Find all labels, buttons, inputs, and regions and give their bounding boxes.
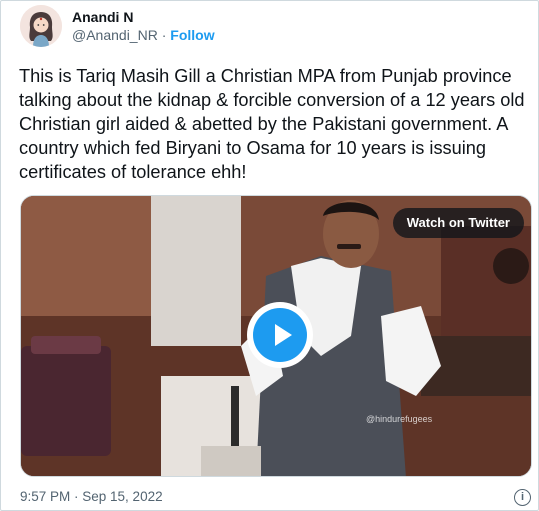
play-triangle: [275, 324, 292, 346]
info-icon[interactable]: i: [514, 489, 531, 506]
author-handle[interactable]: @Anandi_NR: [72, 27, 158, 43]
avatar[interactable]: [20, 5, 62, 47]
play-button-circle: [253, 308, 307, 362]
video-thumbnail[interactable]: Watch on Twitter @hindurefugees: [20, 195, 532, 477]
play-icon[interactable]: [247, 302, 313, 368]
author-handle-row: @Anandi_NR · Follow: [72, 27, 215, 43]
video-watermark: @hindurefugees: [366, 414, 433, 424]
separator-dot: ·: [161, 27, 167, 43]
tweet-card: Anandi N @Anandi_NR · Follow This is Tar…: [0, 0, 539, 511]
author-name[interactable]: Anandi N: [72, 9, 133, 25]
avatar-illustration: [20, 5, 62, 47]
follow-button[interactable]: Follow: [170, 27, 214, 43]
watch-on-twitter-button[interactable]: Watch on Twitter: [392, 208, 524, 238]
tweet-text: This is Tariq Masih Gill a Christian MPA…: [19, 66, 525, 182]
tweet-timestamp[interactable]: 9:57 PM · Sep 15, 2022: [20, 489, 163, 504]
